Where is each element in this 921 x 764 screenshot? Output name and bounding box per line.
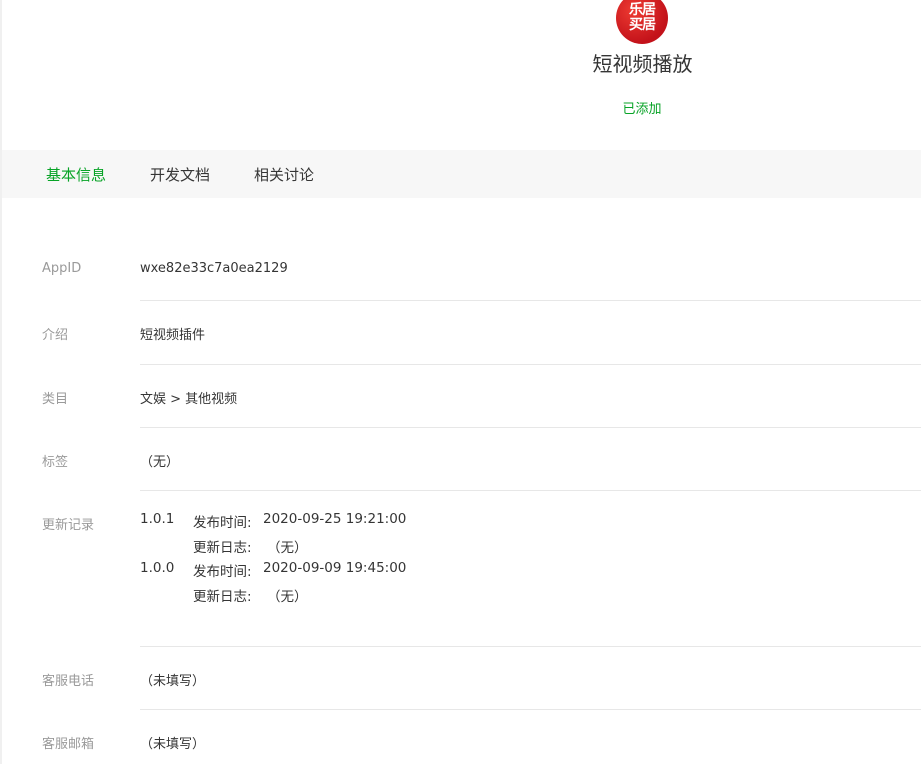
divider bbox=[140, 709, 921, 710]
divider bbox=[140, 490, 921, 491]
changelog-row: 更新记录 1.0.1 发布时间: 2020-09-25 19:21:00 更新日… bbox=[42, 511, 921, 624]
divider bbox=[140, 427, 921, 428]
changelog-note: （无） bbox=[267, 540, 308, 556]
plugin-header: 乐居 买居 短视频播放 已添加 bbox=[0, 0, 921, 150]
divider bbox=[140, 364, 921, 365]
tab-dev-docs[interactable]: 开发文档 bbox=[150, 164, 210, 185]
version-number: 1.0.1 bbox=[140, 511, 175, 527]
logo-text-1: 乐居 bbox=[629, 2, 656, 18]
appid-value: wxe82e33c7a0ea2129 bbox=[140, 261, 288, 276]
tags-value: （无） bbox=[140, 455, 180, 470]
divider bbox=[140, 646, 921, 647]
tab-bar: 基本信息 开发文档 相关讨论 bbox=[2, 150, 921, 198]
logo-text-2: 买居 bbox=[629, 17, 656, 33]
changelog-label: 更新记录 bbox=[42, 518, 95, 533]
publish-time: 2020-09-09 19:45:00 bbox=[263, 560, 407, 576]
tab-discussions[interactable]: 相关讨论 bbox=[254, 164, 314, 185]
intro-label: 介绍 bbox=[42, 328, 69, 343]
divider bbox=[140, 300, 921, 301]
appid-label: AppID bbox=[42, 261, 82, 276]
publish-time-label: 发布时间: bbox=[193, 564, 252, 580]
tags-label: 标签 bbox=[42, 455, 69, 470]
changelog-note-label: 更新日志: bbox=[193, 589, 252, 605]
email-label: 客服邮箱 bbox=[42, 737, 95, 752]
plugin-title: 短视频播放 bbox=[592, 54, 693, 76]
changelog-note-label: 更新日志: bbox=[193, 540, 252, 556]
version-number: 1.0.0 bbox=[140, 560, 175, 576]
added-status: 已添加 bbox=[622, 102, 662, 117]
phone-label: 客服电话 bbox=[42, 674, 95, 689]
plugin-logo: 乐居 买居 bbox=[616, 0, 668, 44]
changelog-note: （无） bbox=[267, 589, 308, 605]
publish-time: 2020-09-25 19:21:00 bbox=[263, 511, 407, 527]
phone-value: （未填写） bbox=[140, 674, 206, 689]
email-value: （未填写） bbox=[140, 737, 206, 752]
intro-value: 短视频插件 bbox=[140, 328, 206, 343]
category-label: 类目 bbox=[42, 392, 69, 407]
publish-time-label: 发布时间: bbox=[193, 515, 252, 531]
category-value: 文娱 > 其他视频 bbox=[140, 392, 238, 407]
tab-basic-info[interactable]: 基本信息 bbox=[46, 164, 106, 185]
